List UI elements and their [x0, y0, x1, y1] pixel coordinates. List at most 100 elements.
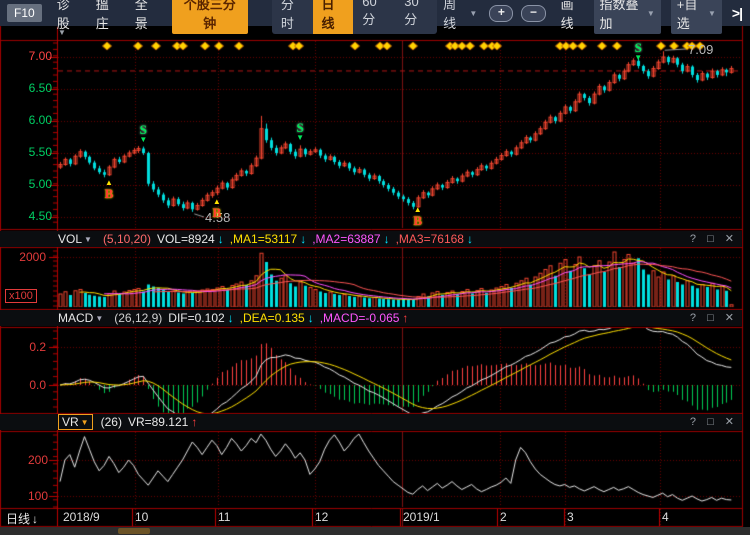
weekly-tab-label: 周线 [443, 0, 466, 32]
weekly-tab[interactable]: 周线 ▼ [439, 0, 481, 34]
buy-signal-marker: ▲B [209, 198, 225, 219]
chevron-down-icon: ▼ [81, 418, 89, 427]
signal-letter: B [212, 206, 221, 219]
macd-axis-label: 0.0 [0, 378, 46, 392]
period-tab[interactable]: 日线 [313, 0, 354, 34]
buy-signal-marker: ▲B [101, 179, 117, 200]
macd-window-buttons: ? □ ✕ [682, 311, 734, 324]
maximize-panel-button[interactable]: □ [707, 312, 714, 324]
top-toolbar: F10 诊股 搵庄 全景 个股三分钟 分时日线60分30分 周线 ▼ + − 画… [0, 0, 750, 26]
period-tab[interactable]: 分时 [272, 0, 313, 34]
chevron-down-icon: ▼ [708, 9, 716, 18]
signal-letter: S [140, 123, 147, 136]
date-axis-label: 3 [567, 510, 574, 524]
down-arrow-icon: ▼ [139, 136, 147, 144]
bottom-period-selector[interactable]: 日线 ↓ [6, 510, 38, 527]
macd-dif-value: DIF=0.102 [168, 311, 224, 325]
high-price-annotation: 7.09 [688, 42, 713, 57]
up-arrow-icon: ↑ [402, 311, 408, 325]
help-button[interactable]: ? [690, 312, 696, 324]
buy-signal-marker: ▲B [410, 206, 426, 227]
help-button[interactable]: ? [690, 416, 696, 428]
collapse-panel-icon[interactable]: >| [732, 5, 742, 21]
sell-signal-marker: S▼ [292, 121, 308, 142]
add-watchlist-dropdown[interactable]: +自选 ▼ [671, 0, 722, 34]
vol-params: (5,10,20) [103, 232, 151, 246]
up-arrow-icon: ↑ [191, 415, 197, 429]
vol-ma2-value: ,MA2=63887 [312, 232, 380, 246]
vr-indicator-selector[interactable]: VR ▼ [58, 414, 93, 430]
macd-dea-value: ,DEA=0.135 [240, 311, 305, 325]
down-arrow-icon: ↓ [308, 311, 314, 325]
price-axis-label: 5.50 [0, 145, 52, 159]
panorama-button[interactable]: 全景 [135, 0, 159, 32]
app-window: F10 诊股 搵庄 全景 个股三分钟 分时日线60分30分 周线 ▼ + − 画… [0, 0, 750, 535]
close-panel-button[interactable]: ✕ [725, 233, 734, 245]
index-overlay-dropdown[interactable]: 指数叠加 ▼ [594, 0, 661, 34]
down-arrow-icon: ↓ [32, 512, 38, 526]
macd-params: (26,12,9) [114, 311, 162, 325]
down-arrow-icon: ↓ [228, 311, 234, 325]
close-panel-button[interactable]: ✕ [725, 416, 734, 428]
signal-letter: B [413, 214, 422, 227]
date-axis-label: 10 [135, 510, 148, 524]
vr-axis-label: 100 [0, 489, 48, 503]
vr-axis-label: 200 [0, 453, 48, 467]
chevron-down-icon: ▼ [84, 235, 92, 244]
date-axis-label: 2019/1 [403, 510, 440, 524]
add-watchlist-label: +自选 [677, 0, 705, 32]
chevron-down-icon: ▼ [95, 314, 103, 323]
macd-indicator-selector[interactable]: MACD ▼ [58, 311, 106, 325]
price-axis-label: 5.00 [0, 177, 52, 191]
vol-ma3-value: ,MA3=76168 [396, 232, 464, 246]
macd-axis-label: 0.2 [0, 340, 46, 354]
macd-panel-header: MACD ▼ (26,12,9) DIF=0.102 ↓ ,DEA=0.135 … [0, 310, 742, 326]
period-tab[interactable]: 30分 [395, 0, 437, 34]
price-axis-label: 4.50 [0, 209, 52, 223]
bottom-period-label: 日线 [6, 510, 30, 527]
banker-detect-button[interactable]: 搵庄 [96, 0, 120, 32]
vr-panel-header: VR ▼ (26) VR=89.121 ↑ ? □ ✕ [0, 414, 742, 430]
vol-ma1-value: ,MA1=53117 [230, 232, 298, 246]
help-button[interactable]: ? [690, 233, 696, 245]
period-tab[interactable]: 60分 [353, 0, 395, 34]
down-arrow-icon: ↓ [300, 232, 306, 246]
date-axis-label: 11 [218, 510, 230, 524]
scrollbar-thumb[interactable] [118, 528, 150, 534]
horizontal-scrollbar[interactable] [0, 527, 750, 535]
index-overlay-label: 指数叠加 [600, 0, 644, 32]
sell-signal-marker: S▼ [135, 123, 151, 144]
maximize-panel-button[interactable]: □ [707, 233, 714, 245]
date-axis-label: 2018/9 [63, 510, 100, 524]
vr-value: VR=89.121 [128, 415, 188, 429]
zoom-out-button[interactable]: − [521, 5, 545, 22]
macd-title: MACD [58, 311, 93, 325]
period-tabs: 分时日线60分30分 [272, 0, 437, 34]
maximize-panel-button[interactable]: □ [707, 416, 714, 428]
down-arrow-icon: ▼ [634, 54, 642, 62]
vr-title: VR [62, 415, 79, 429]
stock-3min-button[interactable]: 个股三分钟 [172, 0, 248, 34]
close-panel-button[interactable]: ✕ [725, 312, 734, 324]
f10-button[interactable]: F10 [7, 4, 42, 22]
vr-window-buttons: ? □ ✕ [682, 415, 734, 428]
date-axis-label: 2 [500, 510, 507, 524]
sell-signal-marker: S▼ [630, 41, 646, 62]
macd-bar-value: ,MACD=-0.065 [320, 311, 400, 325]
zoom-in-button[interactable]: + [489, 5, 513, 22]
draw-line-button[interactable]: 画线 [561, 0, 584, 32]
date-axis-label: 4 [662, 510, 669, 524]
date-axis-label: 12 [315, 510, 328, 524]
vol-window-buttons: ? □ ✕ [682, 232, 734, 245]
toolbar-right-group: 画线 指数叠加 ▼ +自选 ▼ >| [546, 0, 742, 34]
down-arrow-icon: ↓ [467, 232, 473, 246]
chart-plot-area[interactable] [0, 0, 750, 535]
vol-value: VOL=8924 [157, 232, 215, 246]
price-axis-label: 6.50 [0, 81, 52, 95]
down-arrow-icon: ↓ [218, 232, 224, 246]
diagnose-button[interactable]: 诊股 [57, 0, 81, 32]
vol-indicator-selector[interactable]: VOL ▼ [58, 232, 95, 246]
price-axis-label: 6.00 [0, 113, 52, 127]
chevron-down-icon: ▼ [469, 9, 477, 18]
chevron-down-icon: ▼ [647, 9, 655, 18]
